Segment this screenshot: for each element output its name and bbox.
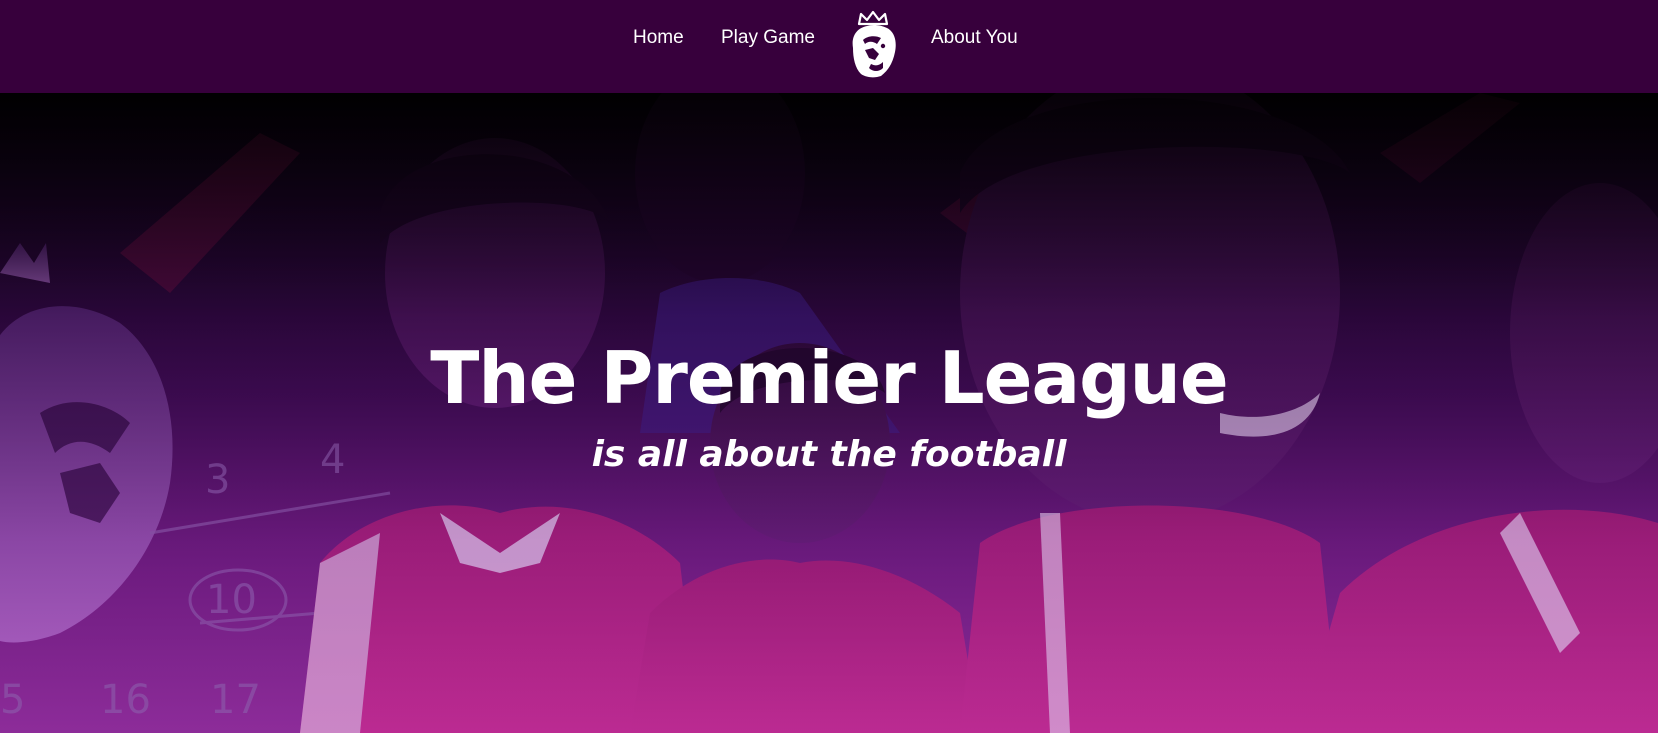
nav-about-you-link[interactable]: About You	[931, 24, 1018, 52]
nav-home-link[interactable]: Home	[633, 24, 684, 52]
top-navbar: Home Play Game About You	[0, 0, 1658, 93]
hero-banner: 10 3 4 16 17 5	[0, 93, 1658, 733]
nav-play-game-link[interactable]: Play Game	[721, 24, 815, 52]
hero-subtitle: is all about the football	[591, 434, 1067, 475]
premier-league-lion-icon[interactable]	[843, 10, 903, 80]
hero-title: The Premier League	[430, 336, 1228, 420]
